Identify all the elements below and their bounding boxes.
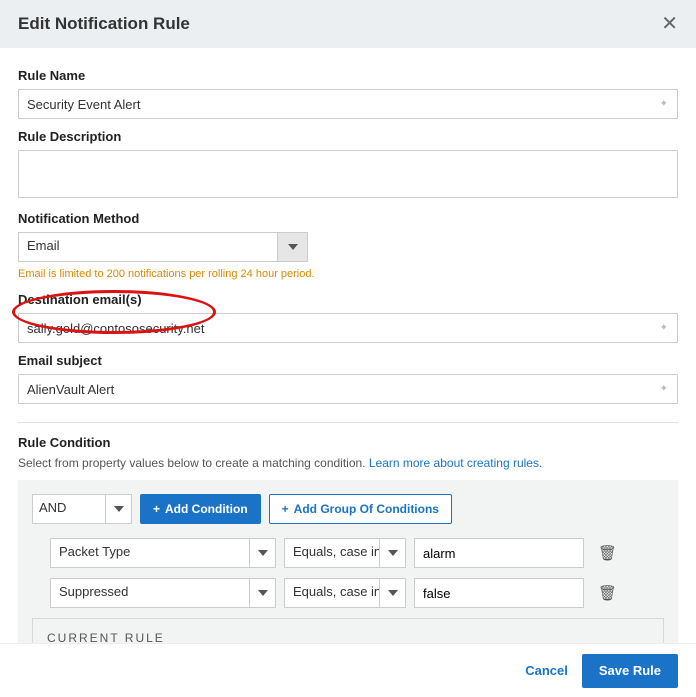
value-input[interactable] (414, 538, 584, 568)
logic-select-caret[interactable] (106, 494, 132, 524)
property-select-caret[interactable] (250, 578, 276, 608)
dialog-body: Rule Name Rule Description Notification … (0, 48, 696, 643)
trash-icon[interactable]: 🗑 (598, 544, 617, 562)
trash-icon[interactable]: 🗑 (598, 584, 617, 602)
logic-select[interactable]: AND (32, 494, 106, 524)
add-condition-button[interactable]: + Add Condition (140, 494, 261, 524)
dialog-header: Edit Notification Rule ✕ (0, 0, 696, 48)
email-subject-label: Email subject (18, 353, 678, 368)
rule-condition-title: Rule Condition (18, 435, 678, 450)
destination-email-label: Destination email(s) (18, 292, 678, 307)
rule-condition-subtitle-text: Select from property values below to cre… (18, 456, 369, 470)
chevron-down-icon (258, 550, 268, 556)
operator-select-caret[interactable] (380, 538, 406, 568)
notification-method-select[interactable]: Email (18, 232, 278, 262)
save-rule-button[interactable]: Save Rule (582, 654, 678, 688)
chevron-down-icon (114, 506, 124, 512)
property-select-caret[interactable] (250, 538, 276, 568)
email-subject-input[interactable] (18, 374, 678, 404)
chevron-down-icon (388, 550, 398, 556)
chevron-down-icon (288, 244, 298, 250)
dialog-footer: Cancel Save Rule (0, 643, 696, 697)
condition-row: Packet Type Equals, case inse 🗑 (32, 538, 664, 568)
chevron-down-icon (388, 590, 398, 596)
rule-description-input[interactable] (18, 150, 678, 198)
rule-description-label: Rule Description (18, 129, 678, 144)
section-divider (18, 422, 678, 423)
plus-icon: + (282, 502, 289, 516)
rule-condition-subtitle: Select from property values below to cre… (18, 456, 678, 470)
add-condition-label: Add Condition (165, 502, 248, 516)
property-select[interactable]: Packet Type (50, 538, 250, 568)
plus-icon: + (153, 502, 160, 516)
notification-method-label: Notification Method (18, 211, 678, 226)
rule-name-label: Rule Name (18, 68, 678, 83)
notification-method-caret[interactable] (278, 232, 308, 262)
add-group-label: Add Group Of Conditions (294, 502, 439, 516)
dialog-title: Edit Notification Rule (18, 14, 190, 34)
operator-select-caret[interactable] (380, 578, 406, 608)
rule-name-input[interactable] (18, 89, 678, 119)
value-input[interactable] (414, 578, 584, 608)
current-rule-box: CURRENT RULE (packet_type ==' 'alarm' AN… (32, 618, 664, 643)
current-rule-title: CURRENT RULE (47, 631, 649, 643)
operator-select[interactable]: Equals, case inse (284, 538, 380, 568)
condition-panel: AND + Add Condition + Add Group Of Conditi… (18, 480, 678, 643)
operator-select[interactable]: Equals, case inse (284, 578, 380, 608)
cancel-button[interactable]: Cancel (525, 663, 568, 678)
notification-method-warning: Email is limited to 200 notifications pe… (18, 268, 678, 280)
destination-email-input[interactable] (18, 313, 678, 343)
close-icon[interactable]: ✕ (661, 14, 678, 34)
chevron-down-icon (258, 590, 268, 596)
property-select[interactable]: Suppressed (50, 578, 250, 608)
condition-row: Suppressed Equals, case inse 🗑 (32, 578, 664, 608)
add-group-button[interactable]: + Add Group Of Conditions (269, 494, 452, 524)
learn-more-link[interactable]: Learn more about creating rules. (369, 456, 542, 470)
